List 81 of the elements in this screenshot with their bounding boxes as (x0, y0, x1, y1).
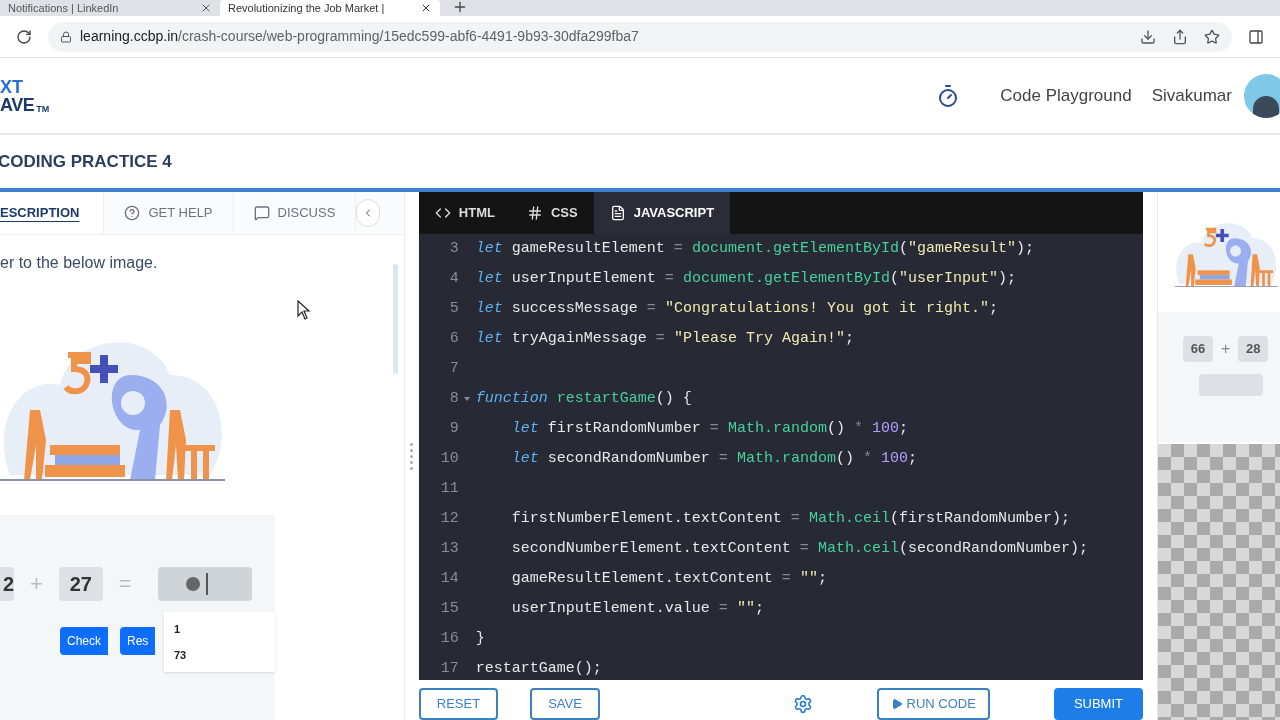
address-bar[interactable]: learning.ccbp.in/crash-course/web-programming/15edc599-abf6-4491-9b93-30dfa299fba7 (48, 21, 1232, 52)
line-number: 13 (439, 538, 459, 559)
editor-tab[interactable]: JAVASCRIPT (593, 192, 731, 234)
line-number: 3 (448, 238, 459, 259)
number-box: 27 (58, 567, 103, 601)
suggestion-item[interactable]: 73 (164, 642, 275, 668)
line-number: 12 (439, 508, 459, 529)
help-icon (124, 205, 141, 221)
operator-text: + (30, 570, 43, 599)
tab-title: Notifications | LinkedIn (8, 2, 119, 14)
close-icon[interactable] (200, 2, 212, 14)
panel-tab[interactable]: ESCRIPTION (0, 192, 105, 234)
cursor-icon (297, 300, 311, 320)
code-line: secondNumberElement.textContent = Math.ceil(secondRandomNumber); (511, 538, 1088, 559)
code-line: function restartGame() { (475, 388, 692, 409)
avatar[interactable] (1244, 73, 1280, 118)
line-number: 10 (439, 448, 459, 469)
line-number: 5 (448, 298, 459, 319)
code-line: gameResultElement.textContent = ""; (511, 568, 827, 589)
code-line: let secondRandomNumber = Math.random() * 100; (511, 448, 917, 469)
equals-text: = (118, 570, 132, 599)
line-number: 11 (439, 478, 459, 499)
suggestion-item[interactable]: 1 (164, 616, 275, 642)
line-number: 17 (439, 658, 459, 679)
code-line: let tryAgainMessage = "Please Try Again!"; (475, 328, 854, 349)
chat-icon (253, 205, 270, 221)
browser-tab[interactable]: Revolutionizing the Job Market | (220, 0, 440, 16)
fold-icon[interactable] (464, 397, 471, 401)
game-button[interactable]: Check (60, 627, 108, 655)
code-line: let firstRandomNumber = Math.random() * 100; (511, 418, 908, 439)
tab-title: Revolutionizing the Job Market | (228, 2, 385, 14)
line-number: 15 (439, 598, 459, 619)
run-code-button[interactable]: RUN CODE (876, 688, 990, 720)
play-icon (890, 698, 903, 710)
game-button[interactable]: Res (120, 627, 156, 655)
line-number: 7 (448, 358, 459, 379)
editor-button[interactable]: RESET (418, 688, 499, 720)
operator-text: + (1221, 339, 1231, 359)
number-box: 28 (1238, 336, 1269, 362)
answer-field[interactable] (157, 567, 252, 601)
code-line: let gameResultElement = document.getElementById("gameResult"); (475, 238, 1034, 259)
code-line: restartGame(); (475, 658, 602, 679)
number-box: 2 (0, 567, 14, 601)
reload-icon[interactable] (16, 28, 32, 45)
resize-handle[interactable] (410, 442, 414, 470)
file-icon (609, 205, 626, 221)
logo-text: AVE (0, 95, 35, 114)
number-box: 66 (1183, 336, 1213, 362)
editor-button[interactable]: SAVE (530, 688, 600, 720)
bookmark-icon[interactable] (1204, 28, 1220, 45)
trademark-mark: TM (36, 104, 50, 114)
code-line: let successMessage = "Congratulations! You got it right."; (475, 298, 998, 319)
install-icon[interactable] (1140, 28, 1156, 45)
code-line: let userInputElement = document.getElementById("userInput"); (475, 268, 1016, 289)
share-icon[interactable] (1172, 28, 1188, 45)
code-line: userInputElement.value = ""; (511, 598, 764, 619)
panel-tab[interactable]: DISCUSS (233, 192, 357, 234)
new-tab-icon[interactable] (452, 0, 468, 15)
user-name[interactable]: Sivakumar (1151, 82, 1232, 109)
lock-icon (60, 30, 72, 43)
hash-icon (526, 205, 543, 221)
submit-button[interactable]: SUBMIT (1053, 688, 1143, 720)
instruction-text: er to the below image. (0, 253, 159, 273)
close-icon[interactable] (420, 2, 432, 14)
code-line: firstNumberElement.textContent = Math.ceil(firstRandomNumber); (511, 508, 1070, 529)
code-line: } (475, 628, 485, 649)
settings-icon[interactable] (792, 694, 813, 714)
url-text: learning.ccbp.in/crash-course/web-programming/15edc599-abf6-4491-9b93-30dfa299fba7 (80, 27, 639, 46)
panel-tab[interactable]: GET HELP (104, 192, 234, 234)
text-caret (205, 573, 208, 595)
logo-text: XT (0, 77, 24, 96)
line-number: 9 (448, 418, 459, 439)
code-editor[interactable] (418, 234, 1143, 680)
line-number: 8 (448, 388, 459, 409)
line-number: 4 (448, 268, 459, 289)
line-number: 16 (439, 628, 459, 649)
line-number: 14 (439, 568, 459, 589)
nav-link[interactable]: Code Playground (1000, 82, 1132, 109)
line-number: 6 (448, 328, 459, 349)
code-icon (434, 205, 451, 221)
side-panel-icon[interactable] (1248, 28, 1264, 45)
